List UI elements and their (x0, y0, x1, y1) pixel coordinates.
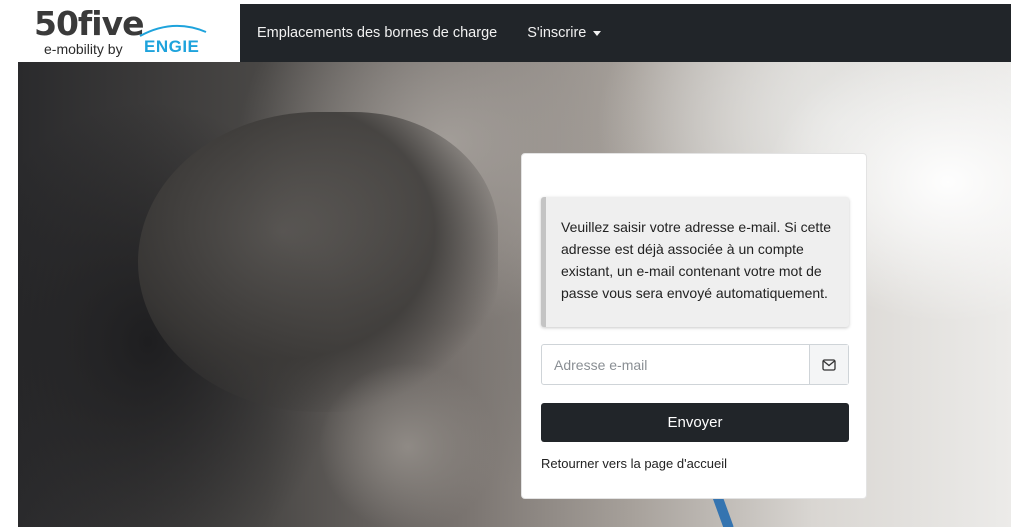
hero-highlight (318, 362, 498, 527)
logo-tagline: e-mobility by (44, 41, 123, 57)
logo-swoosh-icon (139, 24, 207, 37)
logo-engie: ENGIE (144, 37, 200, 56)
top-navbar: Emplacements des bornes de charge S'insc… (240, 4, 1011, 62)
envelope-icon (809, 345, 848, 384)
password-reset-card: Veuillez saisir votre adresse e-mail. Si… (521, 153, 867, 499)
email-input-group (541, 344, 849, 385)
nav-register-dropdown[interactable]: S'inscrire (527, 4, 602, 62)
caret-down-icon (593, 30, 602, 36)
logo-wordmark: 50five (34, 4, 144, 43)
submit-button[interactable]: Envoyer (541, 403, 849, 442)
left-margin (0, 0, 18, 527)
back-to-home-link[interactable]: Retourner vers la page d'accueil (541, 456, 727, 471)
nav-charging-locations-label: Emplacements des bornes de charge (257, 25, 498, 41)
site-logo[interactable]: 50five e-mobility by ENGIE (18, 4, 240, 60)
info-alert: Veuillez saisir votre adresse e-mail. Si… (541, 197, 849, 327)
nav-charging-locations[interactable]: Emplacements des bornes de charge (257, 4, 497, 62)
email-input[interactable] (542, 345, 809, 384)
nav-register-label: S'inscrire (527, 25, 587, 41)
